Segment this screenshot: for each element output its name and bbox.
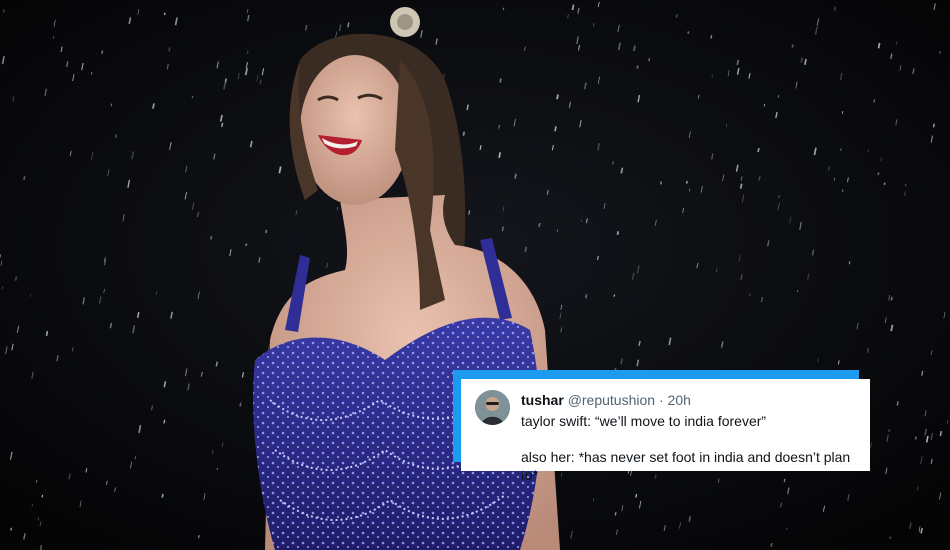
rain-drop <box>914 436 917 440</box>
rain-drop <box>633 45 636 52</box>
display-name[interactable]: tushar <box>521 392 564 408</box>
rain-drop <box>890 324 894 332</box>
rain-drop <box>685 180 688 184</box>
tweet-text: taylor swift: “we’ll move to india forev… <box>521 412 858 484</box>
rain-drop <box>614 512 617 516</box>
rain-drop <box>877 172 880 176</box>
rain-drop <box>109 322 113 329</box>
rain-drop <box>265 229 268 234</box>
rain-drop <box>3 9 5 13</box>
rain-drop <box>1 286 4 290</box>
rain-drop <box>800 57 804 63</box>
rain-drop <box>620 167 624 174</box>
rain-drop <box>596 255 599 261</box>
rain-drop <box>585 294 588 299</box>
rain-drop <box>675 14 678 18</box>
rain-drop <box>638 340 641 346</box>
rain-drop <box>197 534 200 539</box>
rain-drop <box>770 542 773 547</box>
rain-drop <box>939 430 943 437</box>
rain-drop <box>736 59 740 66</box>
rain-drop <box>14 276 18 281</box>
rain-drop <box>110 103 113 107</box>
rain-drop <box>877 42 881 49</box>
rain-drop <box>23 175 26 181</box>
rain-drop <box>538 222 541 228</box>
separator-dot: · <box>658 392 664 408</box>
rain-drop <box>514 173 517 179</box>
rain-drop <box>660 181 663 185</box>
rain-drop <box>114 134 118 139</box>
rain-drop <box>163 419 166 424</box>
rain-drop <box>462 131 466 136</box>
rain-drop <box>499 78 502 83</box>
rain-drop <box>648 58 651 62</box>
tweet-card: tushar @reputushion · 20h taylor swift: … <box>461 379 870 483</box>
rain-drop <box>468 210 471 215</box>
rain-drop <box>239 402 242 407</box>
rain-drop <box>757 147 760 153</box>
rain-drop <box>932 123 935 128</box>
rain-drop <box>161 493 164 498</box>
rain-drop <box>168 47 171 52</box>
rain-drop <box>215 361 218 367</box>
rain-drop <box>91 71 93 75</box>
rain-drop <box>804 58 807 65</box>
rain-drop <box>711 74 713 78</box>
avatar[interactable] <box>475 390 510 425</box>
rain-drop <box>10 527 13 531</box>
rain-drop <box>101 50 104 55</box>
rain-drop <box>556 94 559 100</box>
rain-drop <box>739 183 743 189</box>
rain-drop <box>866 347 870 353</box>
rain-drop <box>873 98 876 103</box>
tweet-text-line-2: also her: *has never set foot in india a… <box>521 449 851 483</box>
rain-drop <box>791 44 794 48</box>
tweet-text-line-1: taylor swift: “we’ll move to india forev… <box>521 413 767 429</box>
user-handle[interactable]: @reputushion <box>568 392 655 408</box>
rain-drop <box>498 152 502 158</box>
rain-drop <box>841 110 844 114</box>
rain-drop <box>210 236 212 240</box>
rain-drop <box>152 103 155 109</box>
rain-drop <box>710 34 713 39</box>
rain-drop <box>347 22 350 28</box>
rain-drop <box>921 370 924 376</box>
rain-drop <box>635 493 638 498</box>
tweet-header: tushar @reputushion · 20h <box>521 391 858 409</box>
rain-drop <box>896 401 899 406</box>
rain-drop <box>68 473 71 480</box>
rain-drop <box>479 145 482 150</box>
rain-drop <box>777 94 780 99</box>
rain-drop <box>524 246 528 252</box>
rain-drop <box>715 268 718 273</box>
rain-drop <box>45 330 49 337</box>
avatar-icon <box>475 390 510 425</box>
rain-drop <box>221 122 224 128</box>
rain-drop <box>336 206 339 211</box>
rain-drop <box>920 527 924 534</box>
rain-drop <box>848 260 851 265</box>
rain-drop <box>163 381 167 388</box>
rain-drop <box>224 78 228 83</box>
rain-drop <box>571 4 575 11</box>
rain-drop <box>890 296 893 301</box>
rain-drop <box>554 126 557 132</box>
rain-drop <box>833 6 837 11</box>
tweet-timestamp[interactable]: 20h <box>668 392 691 408</box>
rain-drop <box>636 65 639 69</box>
rain-drop <box>616 231 620 236</box>
